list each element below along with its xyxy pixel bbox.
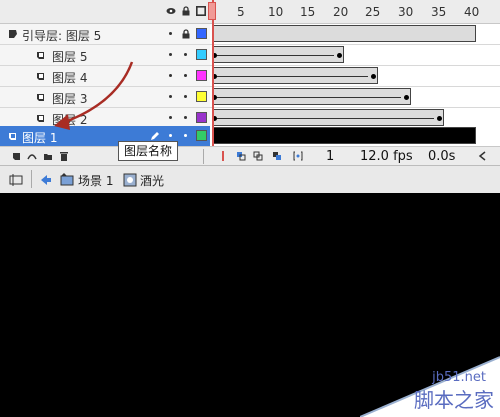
symbol-label[interactable]: 酒光 [140,172,164,189]
watermark-site: jb51.net [432,370,486,385]
separator [31,170,32,188]
ruler-tick: 20 [333,5,349,19]
frame-track[interactable] [210,66,500,87]
add-guide-icon[interactable] [27,151,37,161]
ruler-tick: 35 [431,5,447,19]
timeline-bottom-bar: 1 12.0 fps 0.0s [0,146,500,166]
outline-icon[interactable] [196,6,206,16]
tooltip: 图层名称 [118,141,178,161]
visibility-dot[interactable] [169,116,172,119]
lock-dot[interactable] [184,53,187,56]
playhead-handle[interactable] [208,2,216,20]
onion-skin-icon[interactable] [236,151,246,161]
symbol-icon [123,173,137,187]
ruler-tick: 5 [237,5,245,19]
elapsed-time: 0.0s [428,149,456,164]
layer-color-swatch[interactable] [196,49,207,60]
guide-layer-icon [9,30,17,38]
ruler-tick: 10 [268,5,284,19]
eye-icon[interactable] [166,6,176,16]
scene-label[interactable]: 场景 1 [78,172,113,189]
keyframe[interactable] [371,74,376,79]
frame-span[interactable] [212,25,476,42]
pencil-icon [151,132,159,140]
lock-icon[interactable] [181,29,191,39]
tween-arrow [216,76,368,77]
timeline-toggle-icon[interactable] [9,173,23,187]
lock-dot[interactable] [184,134,187,137]
separator [203,149,204,164]
tween-arrow [216,118,434,119]
edit-multiple-icon[interactable] [272,151,282,161]
frame-track[interactable] [210,126,500,147]
visibility-dot[interactable] [169,74,172,77]
tween-arrow [216,97,401,98]
frame-rate[interactable]: 12.0 fps [360,149,413,164]
visibility-dot[interactable] [169,53,172,56]
layer-color-swatch[interactable] [196,28,207,39]
layer-icon [9,133,16,140]
layer-row-guide[interactable]: 引导层: 图层 5 [0,24,210,45]
keyframe[interactable] [437,116,442,121]
new-folder-icon[interactable] [43,151,53,161]
layer-color-swatch[interactable] [196,70,207,81]
frame-span[interactable] [212,127,476,144]
ruler-tick: 25 [365,5,381,19]
onion-outline-icon[interactable] [253,151,263,161]
new-layer-icon[interactable] [12,151,22,161]
timeline-panel: 5 10 15 20 25 30 35 40 引导层: 图层 5 图层 5 图层… [0,0,500,166]
playhead[interactable] [212,0,214,165]
lock-icon[interactable] [181,6,191,16]
watermark-name: 脚本之家 [414,388,494,412]
keyframe[interactable] [404,95,409,100]
watermark: jb51.net 脚本之家 [360,342,500,417]
ruler-tick: 40 [464,5,480,19]
layer-name[interactable]: 引导层: 图层 5 [22,27,101,44]
lock-dot[interactable] [184,116,187,119]
visibility-dot[interactable] [169,95,172,98]
lock-dot[interactable] [184,74,187,77]
current-frame: 1 [326,149,335,164]
visibility-dot[interactable] [169,134,172,137]
scene-icon [60,173,74,186]
keyframe[interactable] [337,53,342,58]
layer-icon [37,52,44,59]
scroll-left-icon[interactable] [478,151,488,161]
tween-arrow [216,55,334,56]
frame-track[interactable] [210,87,500,108]
stage-canvas[interactable]: jb51.net 脚本之家 [0,193,500,417]
modify-markers-icon[interactable] [293,151,303,161]
edit-bar: 场景 1 酒光 [0,165,500,194]
back-arrow-icon[interactable] [38,173,52,187]
frame-ruler[interactable]: 5 10 15 20 25 30 35 40 [210,0,500,24]
ruler-tick: 30 [398,5,414,19]
lock-dot[interactable] [184,95,187,98]
layers-header [0,0,210,24]
layer-color-swatch[interactable] [196,130,207,141]
layer-color-swatch[interactable] [196,112,207,123]
layer-color-swatch[interactable] [196,91,207,102]
annotation-arrow [54,61,134,130]
frame-track[interactable] [210,24,500,45]
frame-track[interactable] [210,45,500,66]
visibility-dot[interactable] [169,32,172,35]
trash-icon[interactable] [59,151,69,161]
center-frame-icon[interactable] [218,151,228,161]
ruler-tick: 15 [300,5,316,19]
